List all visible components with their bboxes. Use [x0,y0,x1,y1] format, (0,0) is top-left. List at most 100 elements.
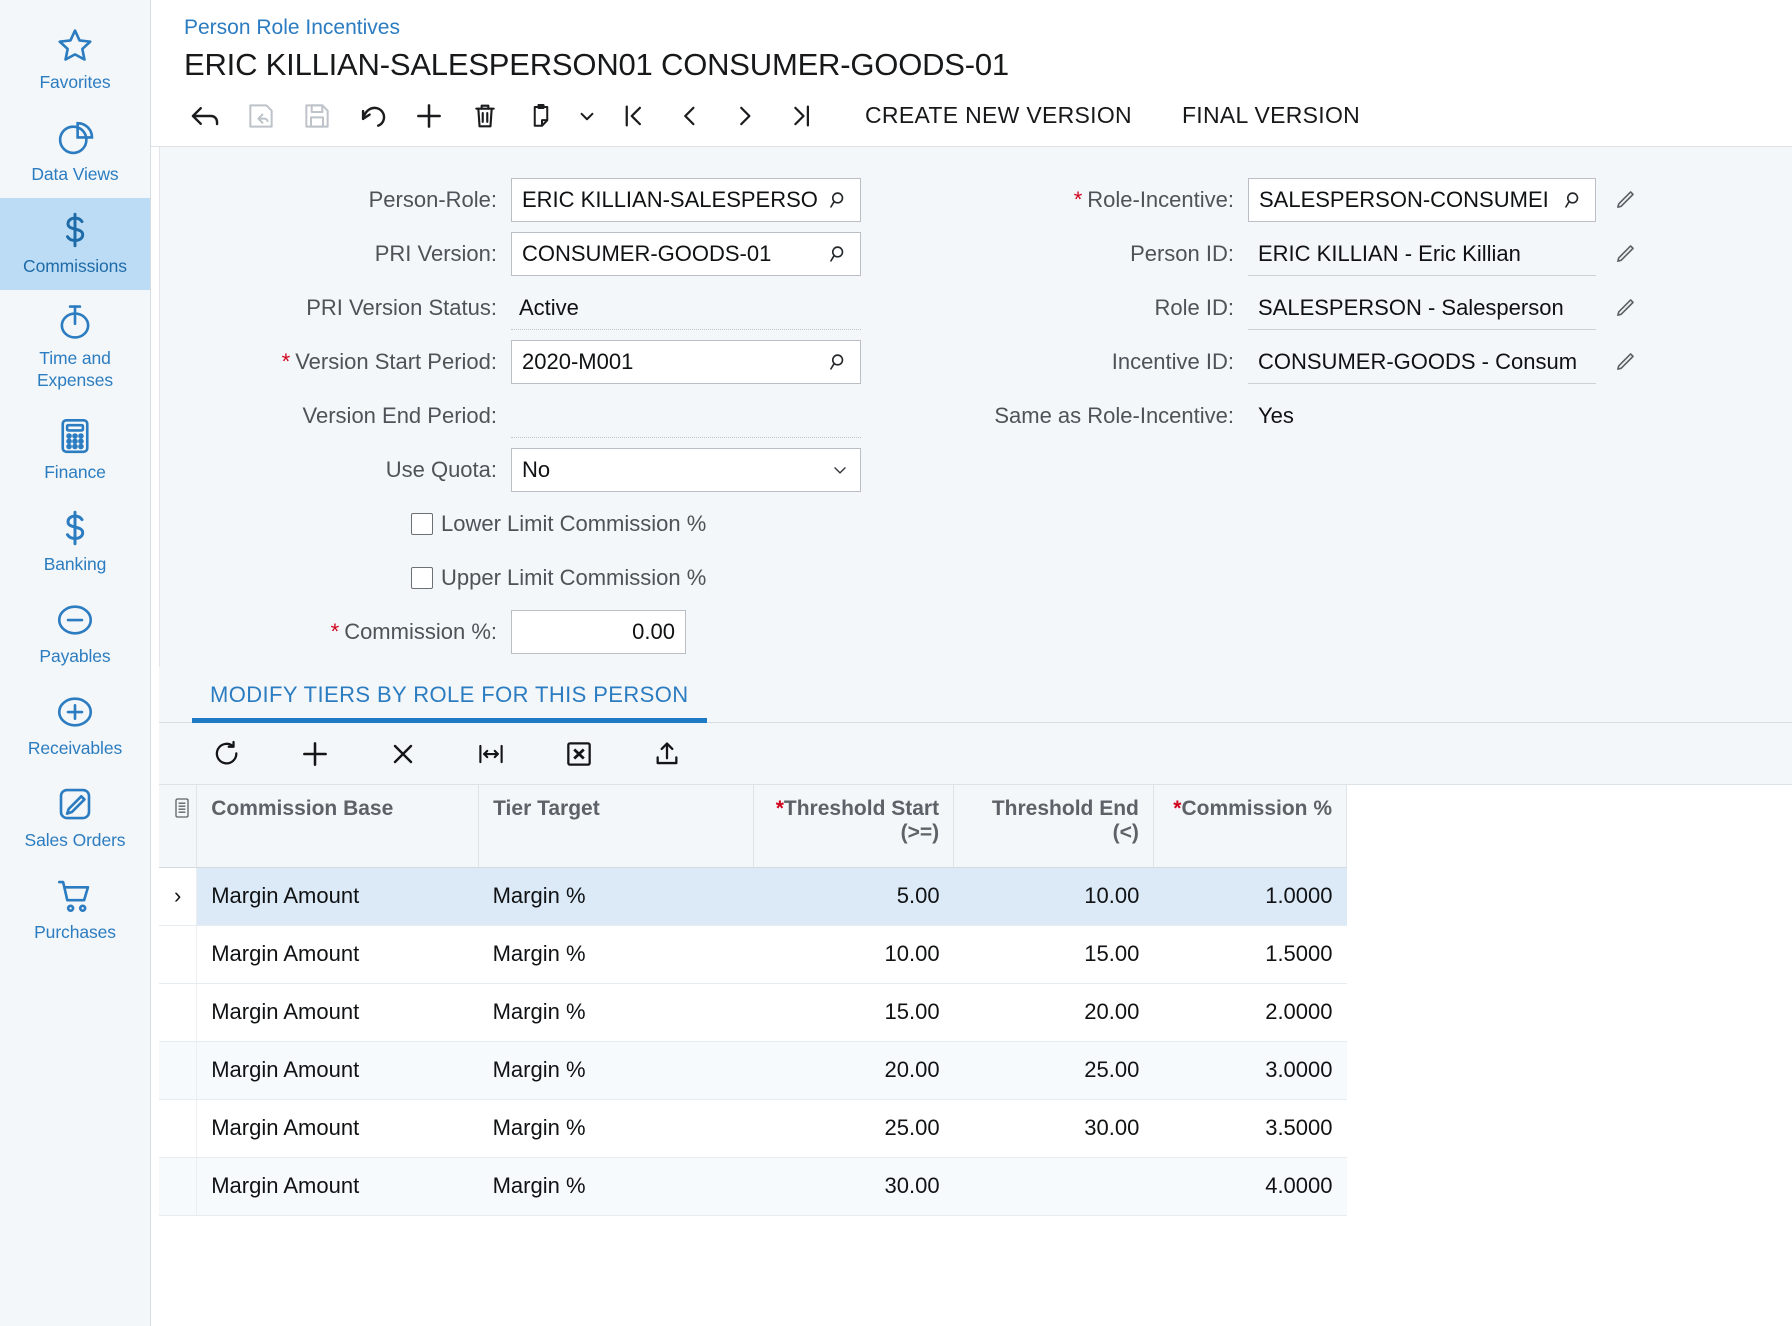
cell-threshold-start[interactable]: 25.00 [753,1099,954,1158]
cell-threshold-start[interactable]: 5.00 [753,867,954,926]
row-expand-marker[interactable] [159,925,198,984]
chevron-down-icon[interactable] [569,90,605,142]
table-row[interactable]: Margin Amount Margin % 30.00 4.0000 [159,1157,1347,1216]
table-row[interactable]: › Margin Amount Margin % 5.00 10.00 1.00… [159,867,1347,926]
search-icon[interactable] [1563,189,1585,211]
cell-threshold-end[interactable]: 10.00 [953,867,1154,926]
table-row[interactable]: Margin Amount Margin % 15.00 20.00 2.000… [159,983,1347,1042]
first-record-icon[interactable] [605,90,661,142]
cell-tier-target[interactable]: Margin % [478,1157,754,1216]
search-icon[interactable] [828,189,850,211]
cell-commission-percent[interactable]: 3.0000 [1153,1041,1347,1100]
cell-commission-base[interactable]: Margin Amount [196,1157,479,1216]
table-row[interactable]: Margin Amount Margin % 20.00 25.00 3.000… [159,1041,1347,1100]
cell-threshold-end[interactable]: 25.00 [953,1041,1154,1100]
table-row[interactable]: Margin Amount Margin % 25.00 30.00 3.500… [159,1099,1347,1158]
edit-pencil-icon[interactable] [1602,232,1648,276]
delete-row-icon[interactable] [359,725,447,783]
cell-threshold-start[interactable]: 20.00 [753,1041,954,1100]
edit-pencil-icon[interactable] [1602,286,1648,330]
add-row-icon[interactable] [271,725,359,783]
sidebar-item-finance[interactable]: Finance [0,404,150,496]
column-header-threshold-start[interactable]: *Threshold Start (>=) [753,785,955,868]
cell-tier-target[interactable]: Margin % [478,1041,754,1100]
upper-limit-commission-checkbox[interactable] [411,567,433,589]
back-arrow-icon[interactable] [177,90,233,142]
export-excel-icon[interactable] [535,725,623,783]
cell-tier-target[interactable]: Margin % [478,867,754,926]
sidebar-item-payables[interactable]: Payables [0,588,150,680]
sidebar-item-sales-orders[interactable]: Sales Orders [0,772,150,864]
cell-commission-base[interactable]: Margin Amount [196,983,479,1042]
previous-record-icon[interactable] [661,90,717,142]
save-icon[interactable] [289,90,345,142]
cell-tier-target[interactable]: Margin % [478,925,754,984]
upload-icon[interactable] [623,725,711,783]
cell-threshold-start[interactable]: 30.00 [753,1157,954,1216]
cell-commission-percent[interactable]: 4.0000 [1153,1157,1347,1216]
row-expand-marker[interactable]: › [159,867,198,926]
version-start-period-input[interactable]: 2020-M001 [511,340,861,384]
use-quota-select[interactable]: No [511,448,861,492]
sidebar-item-time-and-expenses[interactable]: Time and Expenses [0,290,150,404]
cell-threshold-end[interactable] [953,1157,1154,1216]
field-upper-limit-commission[interactable]: Upper Limit Commission % [193,551,930,605]
cell-threshold-end[interactable]: 20.00 [953,983,1154,1042]
commission-percent-input[interactable]: 0.00 [511,610,686,654]
column-header-commission-base[interactable]: Commission Base [196,785,480,868]
row-expand-marker[interactable] [159,1157,198,1216]
pri-version-input[interactable]: CONSUMER-GOODS-01 [511,232,861,276]
refresh-icon[interactable] [183,725,271,783]
cell-commission-base[interactable]: Margin Amount [196,925,479,984]
cell-commission-percent[interactable]: 1.0000 [1153,867,1347,926]
sidebar-item-banking[interactable]: Banking [0,496,150,588]
cell-commission-percent[interactable]: 1.5000 [1153,925,1347,984]
last-record-icon[interactable] [773,90,829,142]
edit-pencil-icon[interactable] [1602,340,1648,384]
delete-trash-icon[interactable] [457,90,513,142]
cell-threshold-start[interactable]: 10.00 [753,925,954,984]
edit-pencil-icon[interactable] [1602,178,1648,222]
search-icon[interactable] [828,243,850,265]
next-record-icon[interactable] [717,90,773,142]
cell-tier-target[interactable]: Margin % [478,983,754,1042]
sidebar-item-receivables[interactable]: Receivables [0,680,150,772]
cell-commission-base[interactable]: Margin Amount [196,867,479,926]
cell-commission-base[interactable]: Margin Amount [196,1041,479,1100]
field-lower-limit-commission[interactable]: Lower Limit Commission % [193,497,930,551]
chevron-down-icon[interactable] [830,460,850,480]
cell-commission-percent[interactable]: 2.0000 [1153,983,1347,1042]
sidebar-item-data-views[interactable]: Data Views [0,106,150,198]
sidebar-item-favorites[interactable]: Favorites [0,14,150,106]
final-version-button[interactable]: FINAL VERSION [1168,102,1374,129]
cell-threshold-end[interactable]: 30.00 [953,1099,1154,1158]
undo-icon[interactable] [345,90,401,142]
sidebar-item-commissions[interactable]: Commissions [0,198,150,290]
role-incentive-input[interactable]: SALESPERSON-CONSUMEI [1248,178,1596,222]
sidebar-item-purchases[interactable]: Purchases [0,864,150,956]
row-expand-marker[interactable] [159,1041,198,1100]
fit-columns-icon[interactable] [447,725,535,783]
table-row[interactable]: Margin Amount Margin % 10.00 15.00 1.500… [159,925,1347,984]
row-expand-marker[interactable] [159,1099,198,1158]
cell-tier-target[interactable]: Margin % [478,1099,754,1158]
cell-threshold-start[interactable]: 15.00 [753,983,954,1042]
create-new-version-button[interactable]: CREATE NEW VERSION [851,102,1146,129]
tab-modify-tiers-by-role-for-this-person[interactable]: MODIFY TIERS BY ROLE FOR THIS PERSON [192,682,707,723]
column-header-commission-percent[interactable]: *Commission % [1153,785,1348,868]
search-icon[interactable] [828,351,850,373]
cell-commission-percent[interactable]: 3.5000 [1153,1099,1347,1158]
cell-threshold-end[interactable]: 15.00 [953,925,1154,984]
lower-limit-commission-checkbox[interactable] [411,513,433,535]
add-icon[interactable] [401,90,457,142]
column-header-threshold-end[interactable]: Threshold End (<) [953,785,1154,868]
cell-commission-base[interactable]: Margin Amount [196,1099,479,1158]
column-header-selector[interactable] [159,785,198,868]
breadcrumb[interactable]: Person Role Incentives [184,14,1792,41]
person-role-input[interactable]: ERIC KILLIAN-SALESPERSO [511,178,861,222]
save-and-back-icon[interactable] [233,90,289,142]
row-expand-marker[interactable] [159,983,198,1042]
clipboard-icon[interactable] [513,90,569,142]
column-settings-icon[interactable] [173,798,191,824]
column-header-tier-target[interactable]: Tier Target [478,785,755,868]
